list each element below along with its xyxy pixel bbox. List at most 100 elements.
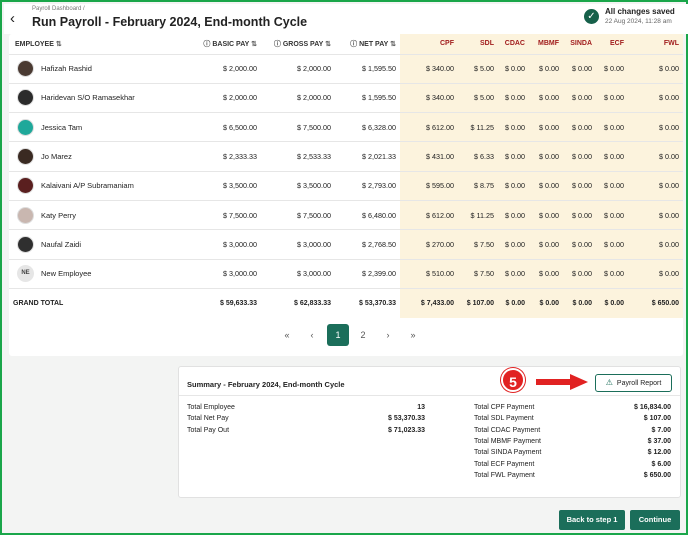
col-cdac: CDAC <box>498 34 529 54</box>
basic-cell: $ 6,500.00 <box>223 122 257 132</box>
avatar <box>17 118 34 136</box>
basic-cell: $ 3,000.00 <box>223 269 257 279</box>
summary-value: $ 12.00 <box>647 449 671 457</box>
ecf-cell: $ 0.00 <box>596 83 628 113</box>
table-row[interactable]: Hafizah Rashid $ 2,000.00 $ 2,000.00 $ 1,59… <box>9 54 683 84</box>
fwl-cell: $ 0.00 <box>628 200 683 230</box>
employee-cell[interactable]: Jessica Tam <box>9 113 191 142</box>
summary-item: Total CPF Payment $ 16,834.00 <box>474 404 671 415</box>
cdac-cell: $ 0.00 <box>498 112 529 142</box>
first-page-button[interactable]: « <box>276 324 298 346</box>
cpf-cell: $ 340.00 <box>400 54 458 84</box>
payroll-report-button[interactable]: ⚠ Payroll Report <box>595 374 672 392</box>
basic-cell: $ 2,333.33 <box>223 152 257 162</box>
continue-button[interactable]: Continue <box>630 510 680 530</box>
pagination: « ‹ 1 2 › » <box>276 324 446 346</box>
net-cell: $ 2,793.00 <box>362 181 396 191</box>
summary-item: Total CDAC Payment $ 7.00 <box>474 427 671 438</box>
gross-cell: $ 3,500.00 <box>297 181 331 191</box>
table-row[interactable]: Jo Marez $ 2,333.33 $ 2,533.33 $ 2,021.33 $ … <box>9 141 683 172</box>
summary-item: Total Net Pay $ 53,370.33 <box>187 415 425 426</box>
col-employee[interactable]: EMPLOYEE ⇅ <box>9 34 191 54</box>
cdac-cell: $ 0.00 <box>498 171 529 201</box>
employee-name[interactable]: Katy Perry <box>41 211 76 220</box>
fwl-cell: $ 0.00 <box>628 259 683 289</box>
sinda-cell: $ 0.00 <box>563 171 596 201</box>
basic-cell: $ 3,000.00 <box>223 239 257 249</box>
gross-cell: $ 2,533.33 <box>297 152 331 162</box>
employee-name[interactable]: Kalaivani A/P Subramaniam <box>41 181 134 190</box>
prev-page-button[interactable]: ‹ <box>301 324 323 346</box>
table-row[interactable]: Kalaivani A/P Subramaniam $ 3,500.00 $ 3,5… <box>9 171 683 201</box>
next-page-button[interactable]: › <box>377 324 399 346</box>
cpf-cell: $ 270.00 <box>400 229 458 260</box>
page-1-button[interactable]: 1 <box>327 324 349 346</box>
table-row[interactable]: Katy Perry $ 7,500.00 $ 7,500.00 $ 6,480.00… <box>9 200 683 230</box>
sort-icon: ⇅ <box>325 40 331 48</box>
summary-item: Total MBMF Payment $ 37.00 <box>474 438 671 449</box>
summary-panel: Summary - February 2024, End-month Cycle… <box>178 366 681 498</box>
document-icon: ⚠ <box>605 378 613 387</box>
back-arrow-icon[interactable]: ‹ <box>10 10 15 27</box>
col-gross-pay[interactable]: ⓘ GROSS PAY ⇅ <box>261 34 335 54</box>
last-page-button[interactable]: » <box>402 324 424 346</box>
cdac-cell: $ 0.00 <box>498 54 529 84</box>
cdac-cell: $ 0.00 <box>498 259 529 289</box>
total-sinda: $ 0.00 <box>563 288 596 318</box>
ecf-cell: $ 0.00 <box>596 171 628 201</box>
summary-label: Total CPF Payment <box>474 404 535 411</box>
employee-name[interactable]: Jo Marez <box>41 152 72 161</box>
page-title: Run Payroll - February 2024, End-month C… <box>32 15 308 29</box>
employee-cell[interactable]: Hafizah Rashid <box>9 54 191 83</box>
summary-item: Total FWL Payment $ 650.00 <box>474 472 671 483</box>
col-sdl: SDL <box>458 34 498 54</box>
employee-cell[interactable]: NE New Employee <box>9 259 191 288</box>
summary-value: $ 7.00 <box>651 426 671 434</box>
cpf-cell: $ 595.00 <box>400 171 458 201</box>
sinda-cell: $ 0.00 <box>563 229 596 260</box>
table-row[interactable]: Naufal Zaidi $ 3,000.00 $ 3,000.00 $ 2,768.… <box>9 229 683 260</box>
gross-cell: $ 2,000.00 <box>297 64 331 74</box>
grand-total-row: GRAND TOTAL $ 59,633.33 $ 62,833.33 $ 53,37… <box>9 288 683 318</box>
employee-name[interactable]: New Employee <box>41 269 91 278</box>
col-basic-pay[interactable]: ⓘ BASIC PAY ⇅ <box>191 34 261 54</box>
employee-cell[interactable]: Haridevan S/O Ramasekhar <box>9 83 191 112</box>
mbmf-cell: $ 0.00 <box>529 141 563 172</box>
sort-icon: ⇅ <box>390 40 396 48</box>
back-to-step-1-button[interactable]: Back to step 1 <box>559 510 625 530</box>
sdl-cell: $ 6.33 <box>458 141 498 172</box>
table-row[interactable]: Haridevan S/O Ramasekhar $ 2,000.00 $ 2,00… <box>9 83 683 113</box>
ecf-cell: $ 0.00 <box>596 229 628 260</box>
net-cell: $ 1,595.50 <box>362 64 396 74</box>
summary-item: Total SDL Payment $ 107.00 <box>474 415 671 426</box>
total-basic: $ 59,633.33 <box>220 299 257 307</box>
summary-label: Total ECF Payment <box>474 460 535 468</box>
check-circle-icon: ✓ <box>584 9 599 24</box>
net-cell: $ 2,768.50 <box>362 239 396 249</box>
col-net-pay[interactable]: ⓘ NET PAY ⇅ <box>335 34 400 54</box>
info-icon: ⓘ <box>350 40 358 48</box>
employee-name[interactable]: Hafizah Rashid <box>41 64 92 73</box>
employee-name[interactable]: Jessica Tam <box>41 123 82 132</box>
divider <box>179 395 680 396</box>
total-sdl: $ 107.00 <box>458 288 498 318</box>
table-row[interactable]: Jessica Tam $ 6,500.00 $ 7,500.00 $ 6,328.0… <box>9 112 683 142</box>
mbmf-cell: $ 0.00 <box>529 112 563 142</box>
employee-cell[interactable]: Katy Perry <box>9 200 191 229</box>
cpf-cell: $ 431.00 <box>400 141 458 172</box>
employee-cell[interactable]: Naufal Zaidi <box>9 230 191 259</box>
sdl-cell: $ 5.00 <box>458 83 498 113</box>
payroll-table-card: EMPLOYEE ⇅ ⓘ BASIC PAY ⇅ ⓘ GROSS PAY ⇅ ⓘ NE… <box>9 34 683 356</box>
employee-cell[interactable]: Jo Marez <box>9 142 191 171</box>
fwl-cell: $ 0.00 <box>628 229 683 260</box>
table-row[interactable]: NE New Employee $ 3,000.00 $ 3,000.00 $ 2,39… <box>9 259 683 289</box>
employee-name[interactable]: Haridevan S/O Ramasekhar <box>41 93 135 102</box>
sdl-cell: $ 11.25 <box>458 200 498 230</box>
page-2-button[interactable]: 2 <box>352 324 374 346</box>
sinda-cell: $ 0.00 <box>563 259 596 289</box>
employee-cell[interactable]: Kalaivani A/P Subramaniam <box>9 171 191 200</box>
breadcrumb[interactable]: Payroll Dashboard / <box>32 6 85 12</box>
employee-name[interactable]: Naufal Zaidi <box>41 240 81 249</box>
ecf-cell: $ 0.00 <box>596 54 628 84</box>
save-status: All changes saved <box>605 7 675 16</box>
